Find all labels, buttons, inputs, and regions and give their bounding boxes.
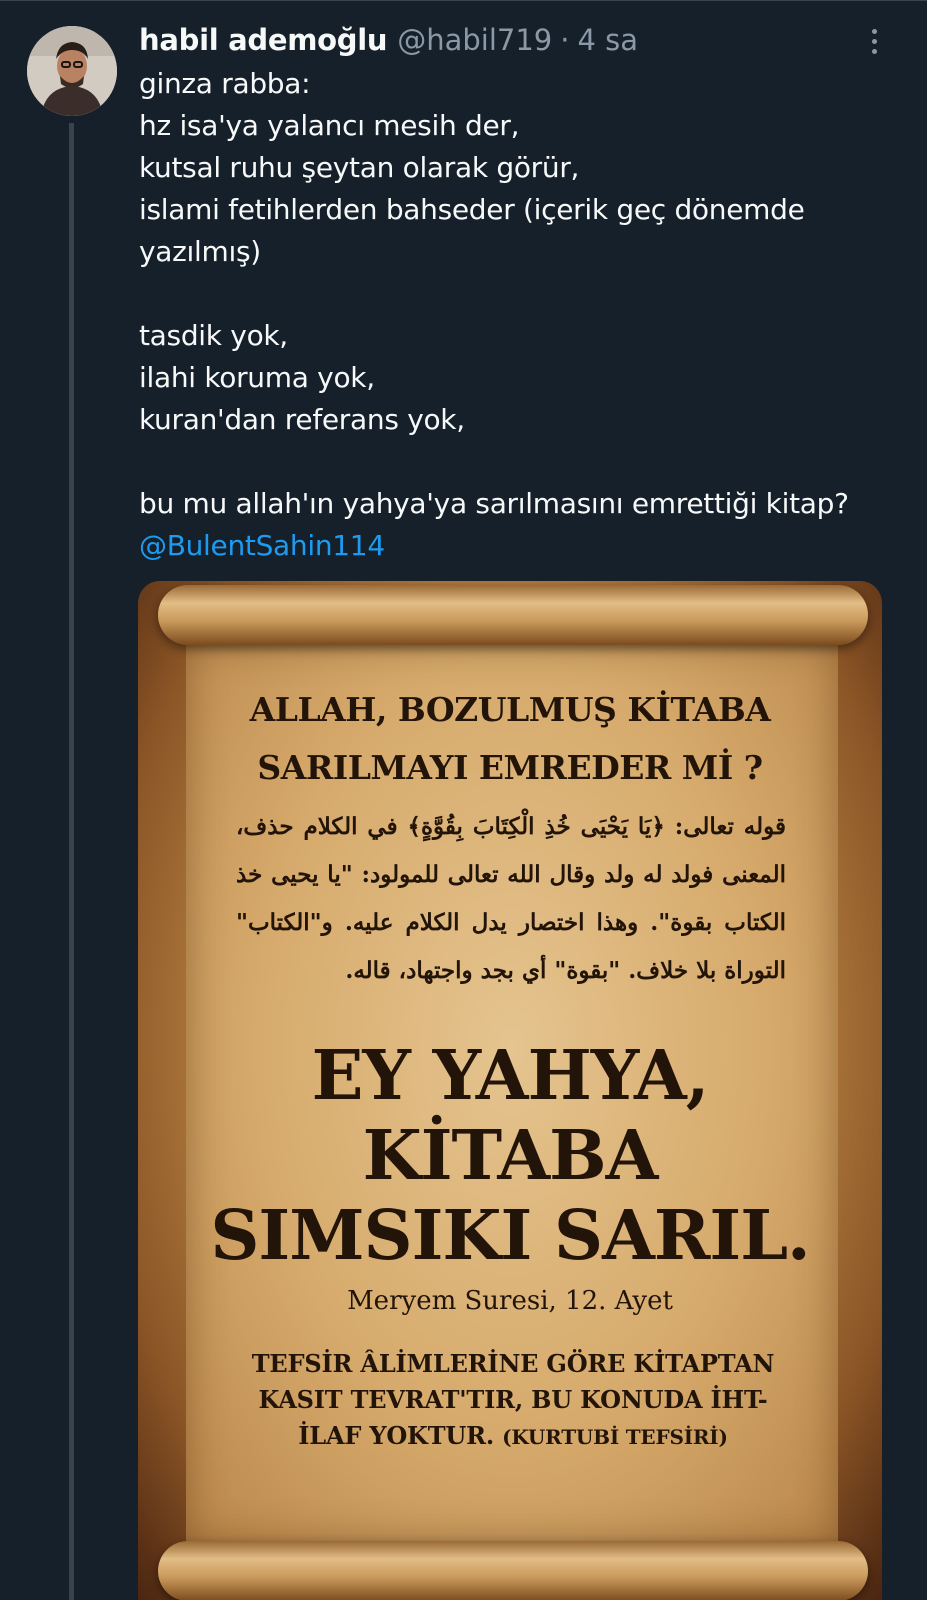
tweet-line-empty [139, 441, 899, 483]
tweet-line-empty [139, 273, 899, 315]
note-line-3-text: İLAF YOKTUR. [298, 1421, 494, 1450]
note-source: (KURTUBİ TEFSİRİ) [502, 1425, 728, 1449]
tweet-line: kutsal ruhu şeytan olarak görür, [139, 151, 580, 184]
user-handle[interactable]: @habil719 [397, 23, 552, 57]
note-line-1: TEFSİR ÂLİMLERİNE GÖRE KİTAPTAN [251, 1349, 775, 1378]
tafsir-note: TEFSİR ÂLİMLERİNE GÖRE KİTAPTAN KASIT TE… [233, 1346, 793, 1455]
question-line-2: SARILMAYI EMREDER Mİ ? [257, 748, 763, 787]
title-line-1: EY YAHYA, [311, 1036, 710, 1116]
scroll-roll-bottom [158, 1541, 868, 1600]
mention-link[interactable]: @BulentSahin114 [139, 525, 899, 567]
display-name[interactable]: habil ademoğlu [139, 23, 388, 57]
tweet-line: bu mu allah'ın yahya'ya sarılmasını emre… [139, 487, 849, 520]
timestamp[interactable]: 4 sa [577, 23, 638, 57]
tweet-line: kuran'dan referans yok, [139, 403, 465, 436]
title-line-3: SIMSIKI SARIL. [210, 1196, 810, 1276]
tweet-line: tasdik yok, [139, 319, 288, 352]
tweet-line: islami fetihlerden bahseder (içerik geç … [139, 193, 805, 226]
avatar[interactable] [27, 26, 117, 116]
note-line-3: İLAF YOKTUR. (KURTUBİ TEFSİRİ) [233, 1418, 793, 1455]
tweet-text: ginza rabba: hz isa'ya yalancı mesih der… [139, 63, 899, 567]
note-line-2: KASIT TEVRAT'TIR, BU KONUDA İHT- [258, 1385, 768, 1414]
separator-dot: · [560, 23, 570, 57]
tweet-line: hz isa'ya yalancı mesih der, [139, 109, 520, 142]
tweet-card[interactable]: habil ademoğlu @habil719 · 4 sa ginza ra… [0, 0, 927, 1600]
verse-reference: Meryem Suresi, 12. Ayet [347, 1286, 673, 1316]
image-question: ALLAH, BOZULMUŞ KİTABA SARILMAYI EMREDER… [138, 681, 882, 797]
tweet-line: ginza rabba: [139, 67, 311, 100]
tweet-line: yazılmış) [139, 235, 261, 268]
profile-photo [27, 26, 117, 116]
more-options-icon[interactable] [869, 29, 879, 59]
thread-connector-line [69, 123, 74, 1600]
tweet-image[interactable]: ALLAH, BOZULMUŞ KİTABA SARILMAYI EMREDER… [138, 581, 882, 1600]
title-line-2: KİTABA [362, 1116, 659, 1196]
tweet-header: habil ademoğlu @habil719 · 4 sa [139, 19, 638, 61]
tweet-line: ilahi koruma yok, [139, 361, 375, 394]
arabic-tafsir-text: قوله تعالى: ﴿يَا يَحْيَى خُذِ الْكِتَابَ… [236, 813, 786, 984]
image-main-title: EY YAHYA, KİTABA SIMSIKI SARIL. [138, 1036, 882, 1276]
scroll-roll-top [158, 585, 868, 645]
question-line-1: ALLAH, BOZULMUŞ KİTABA [249, 690, 771, 729]
